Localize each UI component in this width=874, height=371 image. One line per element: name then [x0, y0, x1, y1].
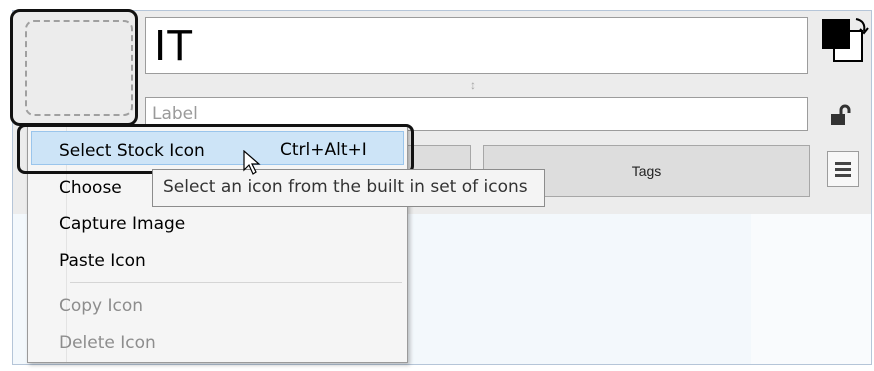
menu-item-highlight-annotation [17, 124, 414, 174]
menu-item-copy-icon[interactable]: Copy Icon [59, 296, 143, 316]
unlock-icon[interactable] [829, 103, 853, 127]
title-input[interactable]: IT [145, 17, 808, 74]
icon-slot-highlight-annotation [10, 9, 138, 126]
tooltip: Select an icon from the built in set of … [152, 169, 545, 207]
menu-item-capture-image[interactable]: Capture Image [59, 214, 185, 234]
menu-item-paste-icon[interactable]: Paste Icon [59, 251, 146, 271]
resize-grip-icon[interactable]: ↕ [470, 78, 476, 92]
mouse-cursor-icon [243, 150, 261, 175]
menu-item-delete-icon[interactable]: Delete Icon [59, 333, 156, 353]
menu-separator [70, 282, 402, 283]
hamburger-menu-icon[interactable] [827, 151, 859, 187]
menu-item-choose[interactable]: Choose [59, 178, 122, 198]
color-swap-icon[interactable] [820, 15, 870, 67]
